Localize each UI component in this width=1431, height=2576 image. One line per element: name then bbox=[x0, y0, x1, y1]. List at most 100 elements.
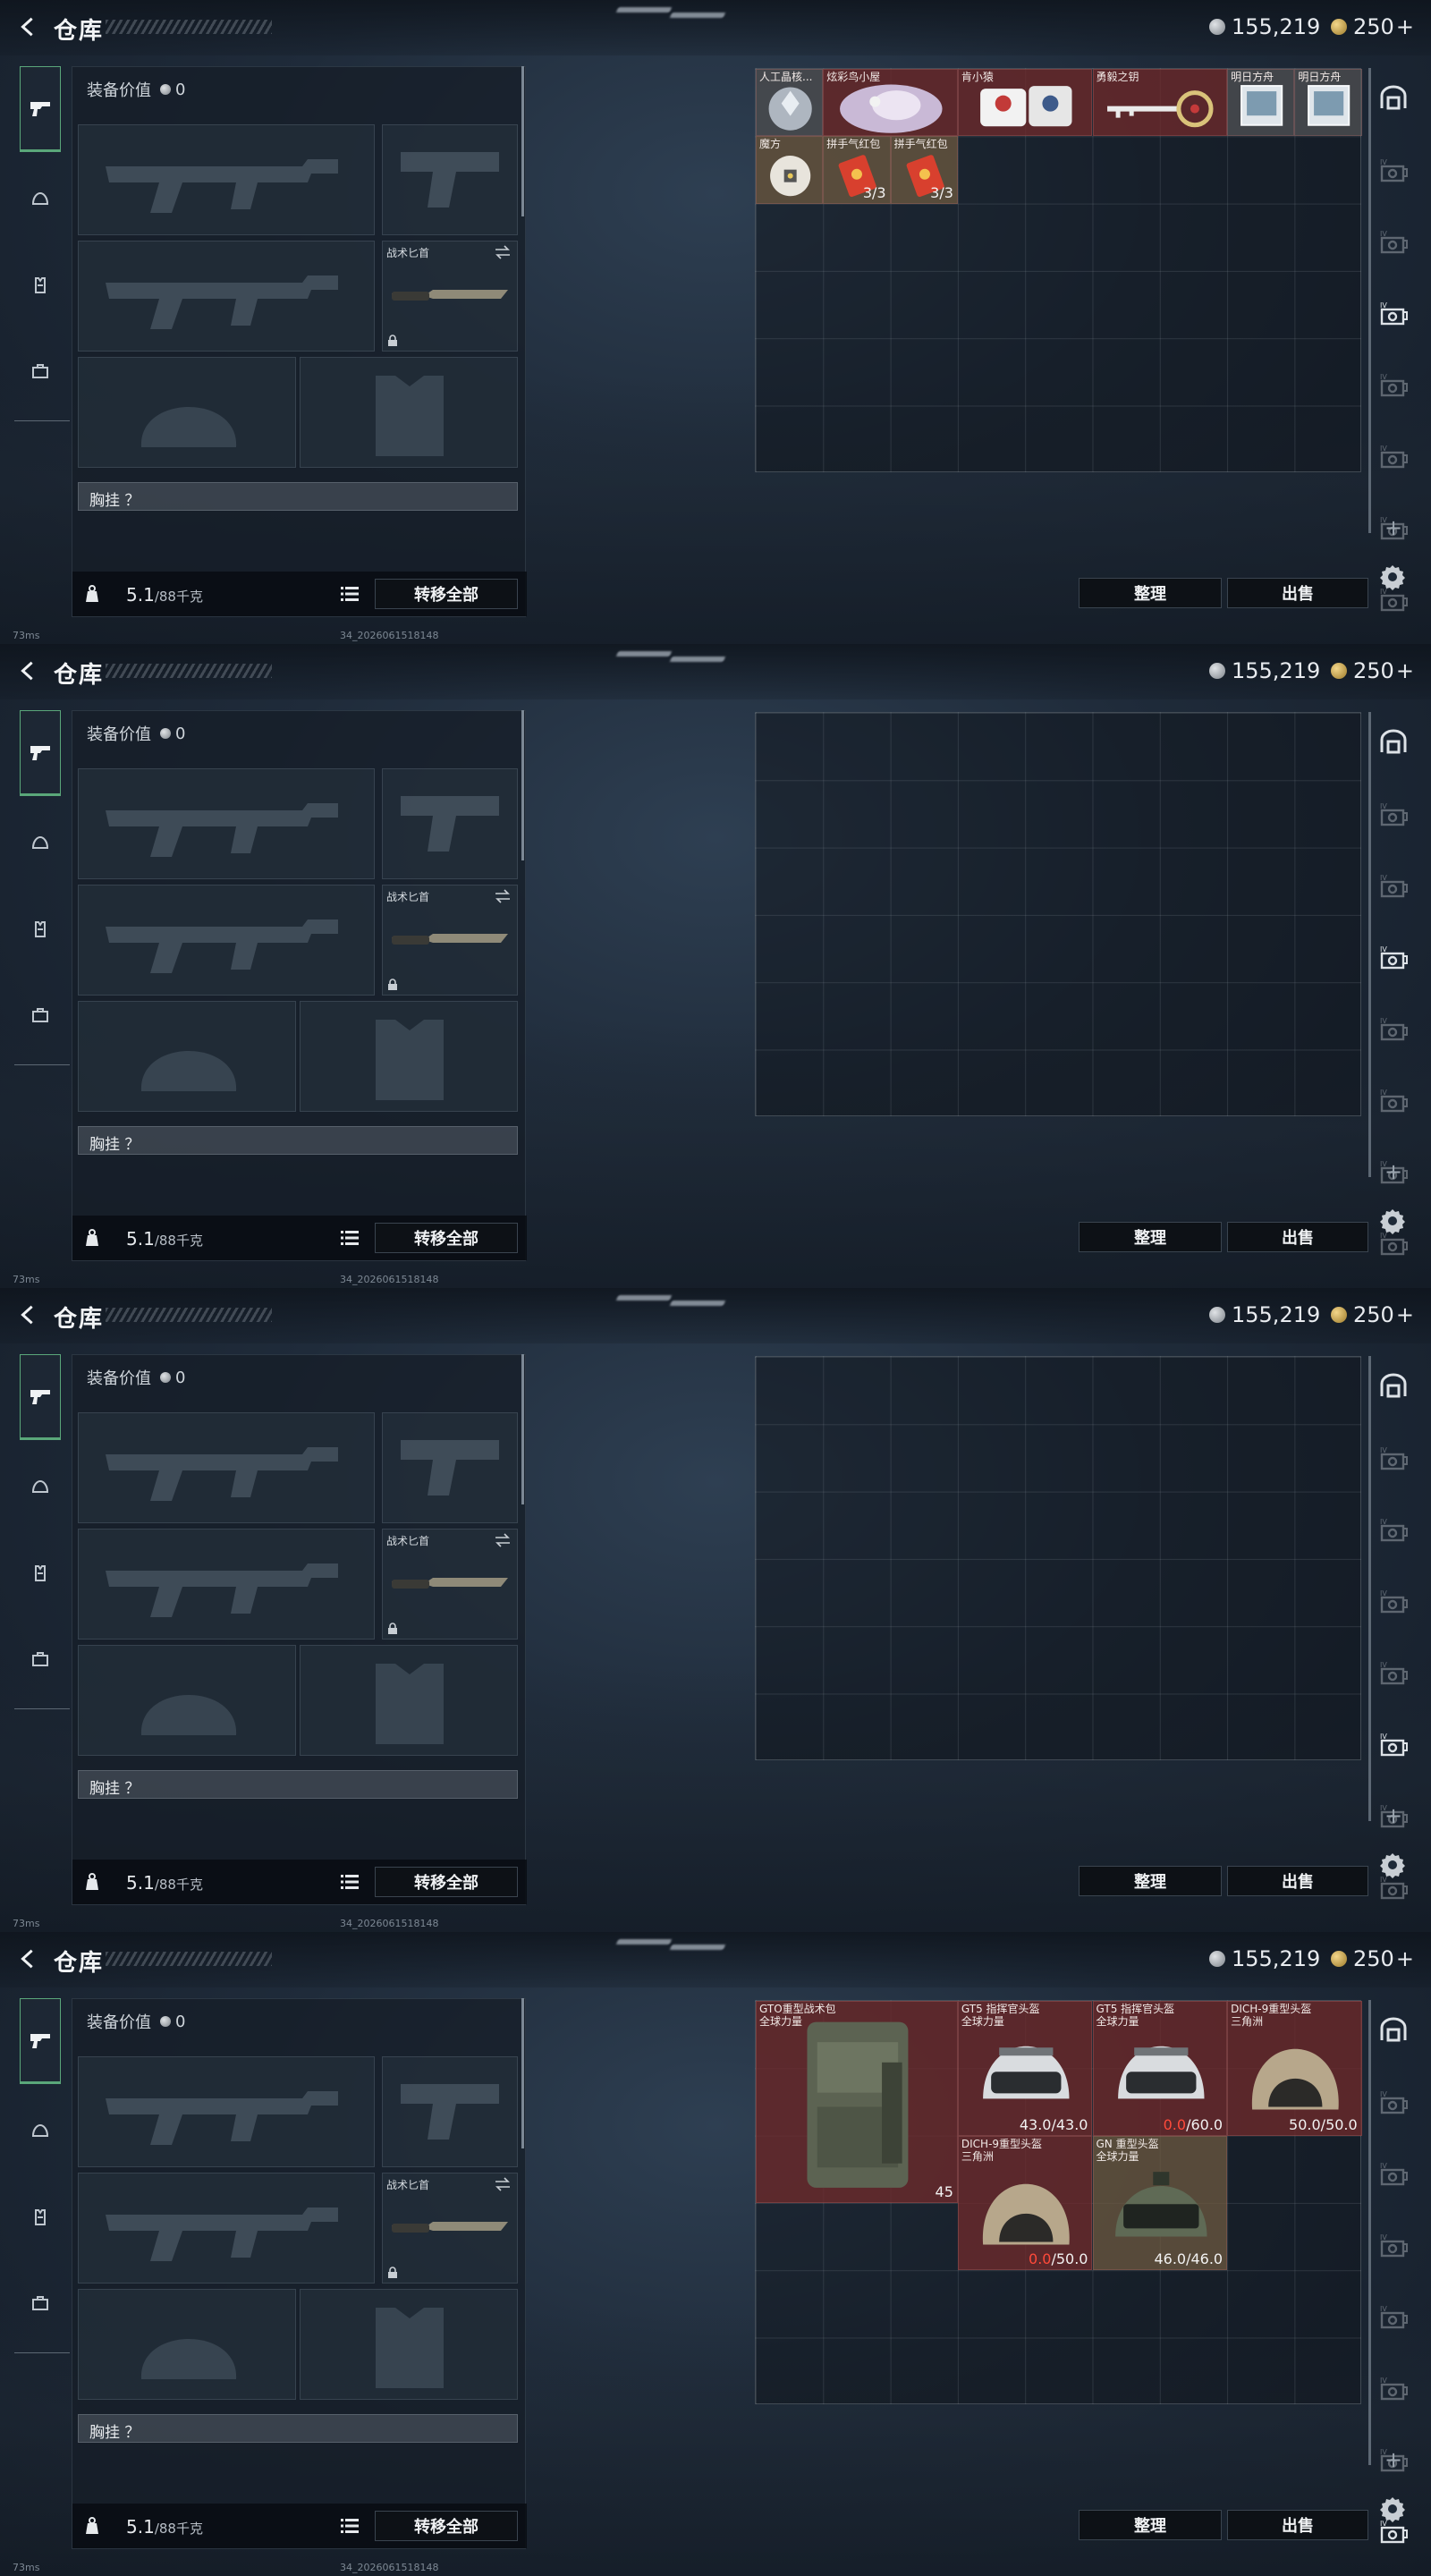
transfer-all-button[interactable]: 转移全部 bbox=[375, 1223, 518, 1253]
inventory-item[interactable]: 拼手气红包 3/3 bbox=[890, 136, 958, 204]
gold-add-icon[interactable]: + bbox=[1396, 658, 1414, 683]
add-storage-icon[interactable]: + bbox=[1384, 2447, 1402, 2472]
settings-icon[interactable] bbox=[1379, 2496, 1406, 2522]
transfer-all-button[interactable]: 转移全部 bbox=[375, 579, 518, 609]
inventory-item[interactable]: 人工晶核... bbox=[756, 69, 824, 137]
storage-scrollbar[interactable] bbox=[1368, 2000, 1371, 2465]
inventory-item[interactable]: 炫彩鸟小屋 bbox=[823, 69, 958, 137]
nav-weapons[interactable] bbox=[20, 1998, 61, 2084]
storage-tab-4[interactable]: IV bbox=[1376, 1583, 1411, 1619]
sort-button[interactable]: 整理 bbox=[1079, 1866, 1222, 1896]
storage-tab-5[interactable]: IV bbox=[1376, 1655, 1411, 1690]
gold-add-icon[interactable]: + bbox=[1396, 14, 1414, 39]
storage-tab-4[interactable]: IV bbox=[1376, 2227, 1411, 2263]
sell-button[interactable]: 出售 bbox=[1227, 1866, 1368, 1896]
storage-tab-1[interactable] bbox=[1376, 1368, 1411, 1404]
add-storage-icon[interactable]: + bbox=[1384, 1803, 1402, 1828]
storage-tab-3[interactable]: IV bbox=[1376, 2156, 1411, 2191]
inventory-item[interactable]: 拼手气红包 3/3 bbox=[823, 136, 891, 204]
settings-icon[interactable] bbox=[1379, 1852, 1406, 1878]
sort-button[interactable]: 整理 bbox=[1079, 578, 1222, 608]
helmet-slot[interactable] bbox=[78, 1645, 296, 1756]
chest-rig-bar[interactable]: 胸挂 ？ bbox=[78, 1126, 518, 1155]
nav-backpack[interactable] bbox=[20, 1639, 61, 1680]
sell-button[interactable]: 出售 bbox=[1227, 578, 1368, 608]
nav-backpack[interactable] bbox=[20, 2283, 61, 2324]
inventory-item[interactable]: GTO重型战术包 全球力量 45 bbox=[756, 2001, 958, 2203]
loadout-scrollbar[interactable] bbox=[521, 710, 524, 860]
sort-button[interactable]: 整理 bbox=[1079, 2510, 1222, 2540]
chest-rig-bar[interactable]: 胸挂 ？ bbox=[78, 482, 518, 511]
nav-vest[interactable] bbox=[20, 2197, 61, 2238]
nav-backpack[interactable] bbox=[20, 351, 61, 392]
sort-button[interactable]: 整理 bbox=[1079, 1222, 1222, 1252]
secondary-weapon-slot[interactable] bbox=[78, 1529, 375, 1640]
secondary-weapon-slot[interactable] bbox=[78, 241, 375, 352]
storage-tab-1[interactable] bbox=[1376, 724, 1411, 760]
sell-button[interactable]: 出售 bbox=[1227, 1222, 1368, 1252]
gold-currency[interactable]: 250 + bbox=[1331, 1946, 1414, 1971]
primary-weapon-slot[interactable] bbox=[78, 1412, 375, 1523]
storage-tab-3[interactable]: IV bbox=[1376, 868, 1411, 903]
storage-tab-6[interactable]: IV bbox=[1376, 1082, 1411, 1118]
armor-slot[interactable] bbox=[300, 2289, 518, 2400]
back-icon[interactable] bbox=[13, 1945, 41, 1973]
storage-tab-5[interactable]: IV bbox=[1376, 1011, 1411, 1046]
inventory-item[interactable]: DICH-9重型头盔 三角洲 50.0/50.0 bbox=[1227, 2001, 1362, 2136]
list-icon[interactable] bbox=[341, 586, 359, 602]
nav-helmet[interactable] bbox=[20, 1467, 61, 1508]
storage-scrollbar[interactable] bbox=[1368, 712, 1371, 1177]
back-icon[interactable] bbox=[13, 13, 41, 41]
loadout-scrollbar[interactable] bbox=[521, 66, 524, 216]
secondary-weapon-slot[interactable] bbox=[78, 2173, 375, 2284]
nav-helmet[interactable] bbox=[20, 179, 61, 220]
add-storage-icon[interactable]: + bbox=[1384, 515, 1402, 540]
list-icon[interactable] bbox=[341, 1230, 359, 1246]
add-storage-icon[interactable]: + bbox=[1384, 1159, 1402, 1184]
storage-tab-2[interactable]: IV bbox=[1376, 796, 1411, 832]
gold-add-icon[interactable]: + bbox=[1396, 1302, 1414, 1327]
pistol-slot[interactable] bbox=[382, 1412, 518, 1523]
sell-button[interactable]: 出售 bbox=[1227, 2510, 1368, 2540]
pistol-slot[interactable] bbox=[382, 124, 518, 235]
primary-weapon-slot[interactable] bbox=[78, 124, 375, 235]
melee-slot[interactable]: 战术匕首 bbox=[382, 885, 518, 996]
transfer-all-button[interactable]: 转移全部 bbox=[375, 2511, 518, 2541]
storage-tab-5[interactable]: IV bbox=[1376, 367, 1411, 402]
storage-tab-1[interactable] bbox=[1376, 80, 1411, 116]
storage-tab-3[interactable]: IV bbox=[1376, 1512, 1411, 1547]
nav-vest[interactable] bbox=[20, 1553, 61, 1594]
storage-grid[interactable]: GTO重型战术包 全球力量 45 GT5 指挥官头盔 全球力量 43.0/43.… bbox=[755, 2000, 1362, 2404]
inventory-item[interactable]: 明日方舟 bbox=[1227, 69, 1295, 137]
storage-tab-4[interactable]: IV bbox=[1376, 295, 1411, 331]
storage-tab-6[interactable]: IV bbox=[1376, 1726, 1411, 1762]
back-icon[interactable] bbox=[13, 657, 41, 685]
armor-slot[interactable] bbox=[300, 1001, 518, 1112]
storage-tab-2[interactable]: IV bbox=[1376, 2084, 1411, 2120]
secondary-weapon-slot[interactable] bbox=[78, 885, 375, 996]
loadout-scrollbar[interactable] bbox=[521, 1354, 524, 1504]
gold-currency[interactable]: 250 + bbox=[1331, 658, 1414, 683]
inventory-item[interactable]: 魔方 bbox=[756, 136, 824, 204]
chest-rig-bar[interactable]: 胸挂 ？ bbox=[78, 1770, 518, 1799]
gold-add-icon[interactable]: + bbox=[1396, 1946, 1414, 1971]
storage-tab-2[interactable]: IV bbox=[1376, 152, 1411, 188]
nav-weapons[interactable] bbox=[20, 710, 61, 796]
pistol-slot[interactable] bbox=[382, 2056, 518, 2167]
primary-weapon-slot[interactable] bbox=[78, 768, 375, 879]
inventory-item[interactable]: DICH-9重型头盔 三角洲 0.0/50.0 bbox=[957, 2135, 1093, 2271]
storage-tab-5[interactable]: IV bbox=[1376, 2299, 1411, 2334]
inventory-item[interactable]: GN 重型头盔 全球力量 46.0/46.0 bbox=[1092, 2135, 1228, 2271]
helmet-slot[interactable] bbox=[78, 2289, 296, 2400]
nav-helmet[interactable] bbox=[20, 2111, 61, 2152]
inventory-item[interactable]: GT5 指挥官头盔 全球力量 0.0/60.0 bbox=[1092, 2001, 1228, 2136]
gold-currency[interactable]: 250 + bbox=[1331, 1302, 1414, 1327]
storage-grid[interactable] bbox=[755, 1356, 1361, 1760]
gold-currency[interactable]: 250 + bbox=[1331, 14, 1414, 39]
melee-slot[interactable]: 战术匕首 bbox=[382, 241, 518, 352]
inventory-item[interactable]: 明日方舟 bbox=[1294, 69, 1362, 137]
inventory-item[interactable]: 勇毅之钥 bbox=[1092, 69, 1228, 137]
storage-scrollbar[interactable] bbox=[1368, 68, 1371, 533]
storage-tab-3[interactable]: IV bbox=[1376, 224, 1411, 259]
helmet-slot[interactable] bbox=[78, 1001, 296, 1112]
